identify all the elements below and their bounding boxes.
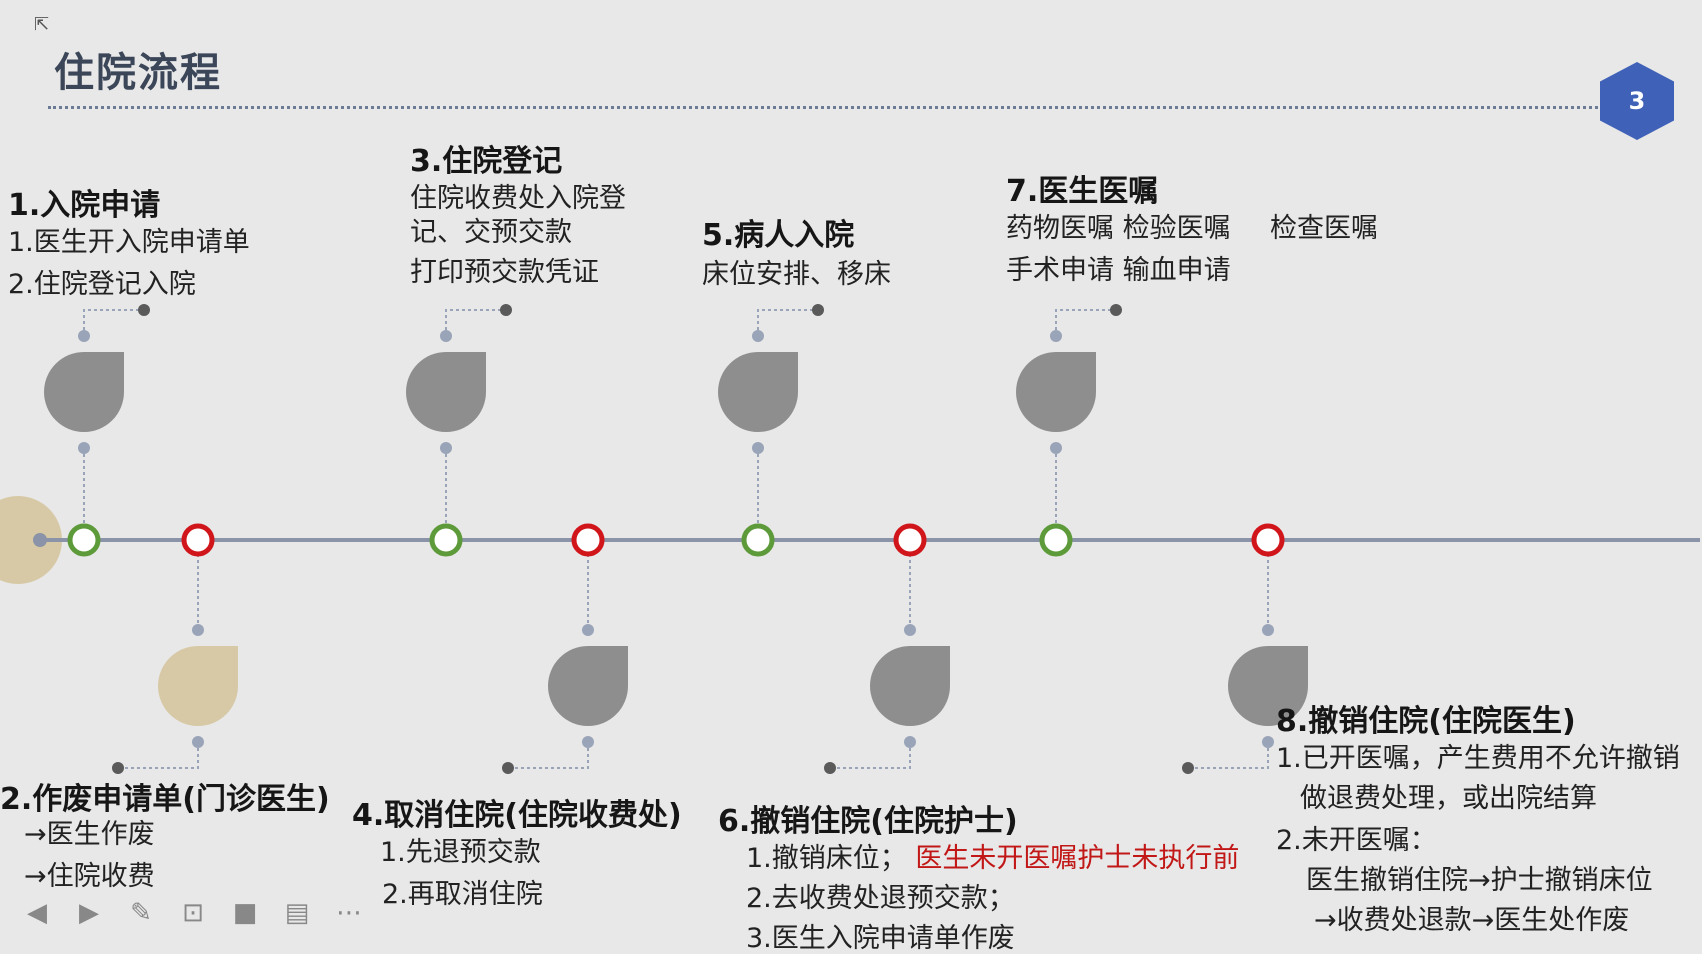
step-6-leader-end: [824, 762, 836, 774]
step-1-node: [67, 523, 101, 557]
step-2-dot-a: [192, 624, 204, 636]
step-3-line-2: 记、交预交款: [410, 217, 572, 248]
step-6-leader: [830, 742, 911, 769]
step-4-title: 4.取消住院(住院收费处): [352, 798, 682, 833]
step-3-leader: [445, 309, 506, 336]
step-8-leader-end: [1182, 762, 1194, 774]
step-5-leader-end: [812, 304, 824, 316]
presentation-toolbar: ◀ ▶ ✎ ⊡ ■ ▤ ⋯: [20, 896, 366, 930]
step-7-node: [1039, 523, 1073, 557]
step-6-line-3: 3.医生入院申请单作废: [746, 923, 1015, 954]
step-8-line-4: 医生撤销住院→护士撤销床位: [1306, 865, 1653, 896]
step-5-node: [741, 523, 775, 557]
step-5-leader: [757, 309, 818, 336]
step-4-droplet: [548, 646, 628, 726]
step-6-title: 6.撤销住院(住院护士): [718, 804, 1018, 839]
step-1-title: 1.入院申请: [8, 188, 161, 223]
step-5-line-1: 床位安排、移床: [702, 259, 891, 290]
step-7-line-1b: 检查医嘱: [1270, 213, 1378, 244]
pen-icon[interactable]: ✎: [124, 896, 158, 930]
step-1-leader-end: [138, 304, 150, 316]
step-8-line-5: →收费处退款→医生处作废: [1314, 905, 1630, 936]
step-3-line-3: 打印预交款凭证: [410, 257, 599, 288]
timeline-start-dot: [33, 533, 47, 547]
screenshot-icon[interactable]: ⊡: [176, 896, 210, 930]
step-6-line-1-text: 1.撤销床位；: [746, 843, 907, 874]
step-1-droplet: [44, 352, 124, 432]
step-4-node: [571, 523, 605, 557]
step-5-droplet: [718, 352, 798, 432]
step-2-title: 2.作废申请单(门诊医生): [0, 782, 330, 817]
step-7-title: 7.医生医嘱: [1006, 174, 1159, 209]
step-2-leader-end: [112, 762, 124, 774]
step-4-leader-end: [502, 762, 514, 774]
step-2-line-2: →住院收费: [24, 861, 155, 892]
step-2-leader: [118, 742, 199, 769]
more-icon[interactable]: ⋯: [332, 896, 366, 930]
step-6-line-2: 2.去收费处退预交款；: [746, 883, 1015, 914]
step-1-leader: [83, 309, 144, 336]
step-4-line-1: 1.先退预交款: [380, 837, 541, 868]
step-7-dot-b: [1050, 442, 1062, 454]
step-8-line-1: 1.已开医嘱，产生费用不允许撤销: [1276, 743, 1680, 774]
step-6-droplet: [870, 646, 950, 726]
step-5-dot-b: [752, 442, 764, 454]
step-1-dot-b: [78, 442, 90, 454]
step-7-line-1: 药物医嘱 检验医嘱: [1006, 213, 1231, 244]
step-7-leader: [1055, 309, 1116, 336]
step-3-dot-b: [440, 442, 452, 454]
step-6-highlight: 医生未开医嘱护士未执行前: [915, 843, 1240, 874]
comment-icon[interactable]: ▤: [280, 896, 314, 930]
step-3-node: [429, 523, 463, 557]
next-icon[interactable]: ▶: [72, 896, 106, 930]
step-1-line-2: 2.住院登记入院: [8, 269, 196, 300]
step-3-droplet: [406, 352, 486, 432]
step-6-dot-a: [904, 624, 916, 636]
step-8-title: 8.撤销住院(住院医生): [1276, 704, 1576, 739]
step-5-title: 5.病人入院: [702, 218, 855, 253]
step-3-leader-end: [500, 304, 512, 316]
step-1-line-1: 1.医生开入院申请单: [8, 227, 250, 258]
step-4-dot-a: [582, 624, 594, 636]
step-4-leader: [508, 742, 589, 769]
step-8-line-3: 2.未开医嘱：: [1276, 825, 1437, 856]
slide: ⇱ 住院流程 3 1.入院申请 1.医生开入院申请单 2.住院登记入院 2.作废…: [0, 0, 1702, 954]
step-4-line-2: 2.再取消住院: [382, 879, 543, 910]
step-2-droplet: [158, 646, 238, 726]
step-6-line-1: 1.撤销床位； 医生未开医嘱护士未执行前: [746, 838, 1239, 879]
step-7-droplet: [1016, 352, 1096, 432]
camera-icon[interactable]: ■: [228, 896, 262, 930]
step-2-line-1: →医生作废: [24, 819, 155, 850]
prev-icon[interactable]: ◀: [20, 896, 54, 930]
step-3-title: 3.住院登记: [410, 144, 563, 179]
step-8-leader: [1188, 742, 1269, 769]
step-8-dot-a: [1262, 624, 1274, 636]
step-2-node: [181, 523, 215, 557]
step-7-leader-end: [1110, 304, 1122, 316]
step-8-line-2: 做退费处理，或出院结算: [1300, 783, 1597, 814]
step-7-line-2: 手术申请 输血申请: [1006, 255, 1231, 286]
step-8-node: [1251, 523, 1285, 557]
step-6-node: [893, 523, 927, 557]
